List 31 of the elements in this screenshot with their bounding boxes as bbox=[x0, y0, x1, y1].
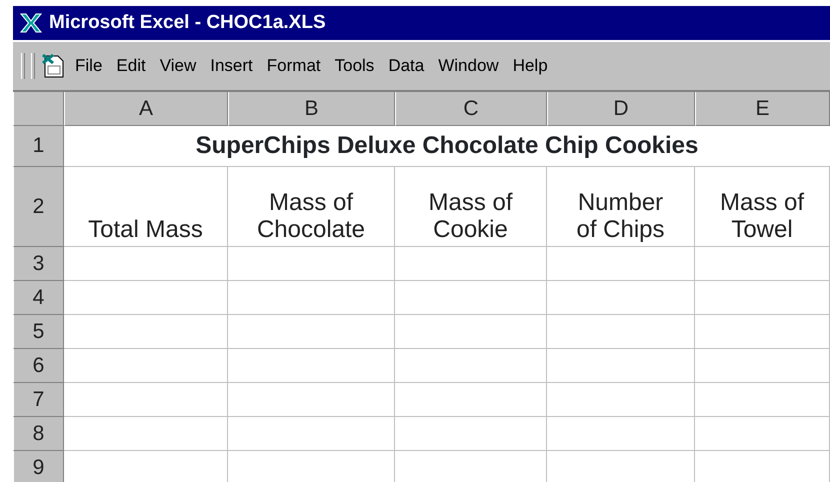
menu-item[interactable]: Help bbox=[506, 53, 554, 79]
column-header[interactable]: A bbox=[64, 92, 228, 126]
excel-logo-icon bbox=[19, 12, 43, 34]
row-header[interactable]: 8 bbox=[13, 417, 64, 451]
menu-item[interactable]: Insert bbox=[204, 53, 259, 79]
row-header[interactable]: 6 bbox=[13, 349, 64, 383]
column-header[interactable]: C bbox=[395, 92, 547, 126]
table-cell: Mass of Towel bbox=[695, 167, 830, 247]
table-cell: Mass of Chocolate bbox=[228, 167, 395, 247]
menu-item[interactable]: Tools bbox=[328, 53, 380, 79]
row-header[interactable]: 2 bbox=[13, 167, 64, 247]
column-header[interactable]: E bbox=[695, 92, 830, 126]
sheet-title-cell: SuperChips Deluxe Chocolate Chip Cookies bbox=[64, 126, 830, 167]
column-header[interactable]: D bbox=[547, 92, 695, 126]
row-header[interactable]: 5 bbox=[13, 315, 64, 349]
window-title: Microsoft Excel - CHOC1a.XLS bbox=[49, 10, 326, 35]
row-header[interactable]: 7 bbox=[13, 383, 64, 417]
menu-item[interactable]: Edit bbox=[110, 53, 152, 79]
table-cell: Total Mass bbox=[64, 167, 228, 247]
menu-item[interactable]: File bbox=[69, 53, 108, 79]
row-header[interactable]: 3 bbox=[13, 247, 64, 281]
row-header[interactable]: 4 bbox=[13, 281, 64, 315]
column-header[interactable]: B bbox=[228, 92, 395, 126]
table-cell: Number of Chips bbox=[547, 167, 695, 247]
table-cell: Mass of Cookie bbox=[395, 167, 547, 247]
menu-item[interactable]: Data bbox=[382, 53, 430, 79]
menu-item[interactable]: Format bbox=[260, 53, 327, 79]
menu-item[interactable]: Window bbox=[432, 53, 505, 79]
row-header[interactable]: 9 bbox=[13, 451, 64, 482]
row-header[interactable]: 1 bbox=[13, 126, 64, 167]
menu-item[interactable]: View bbox=[154, 53, 202, 79]
